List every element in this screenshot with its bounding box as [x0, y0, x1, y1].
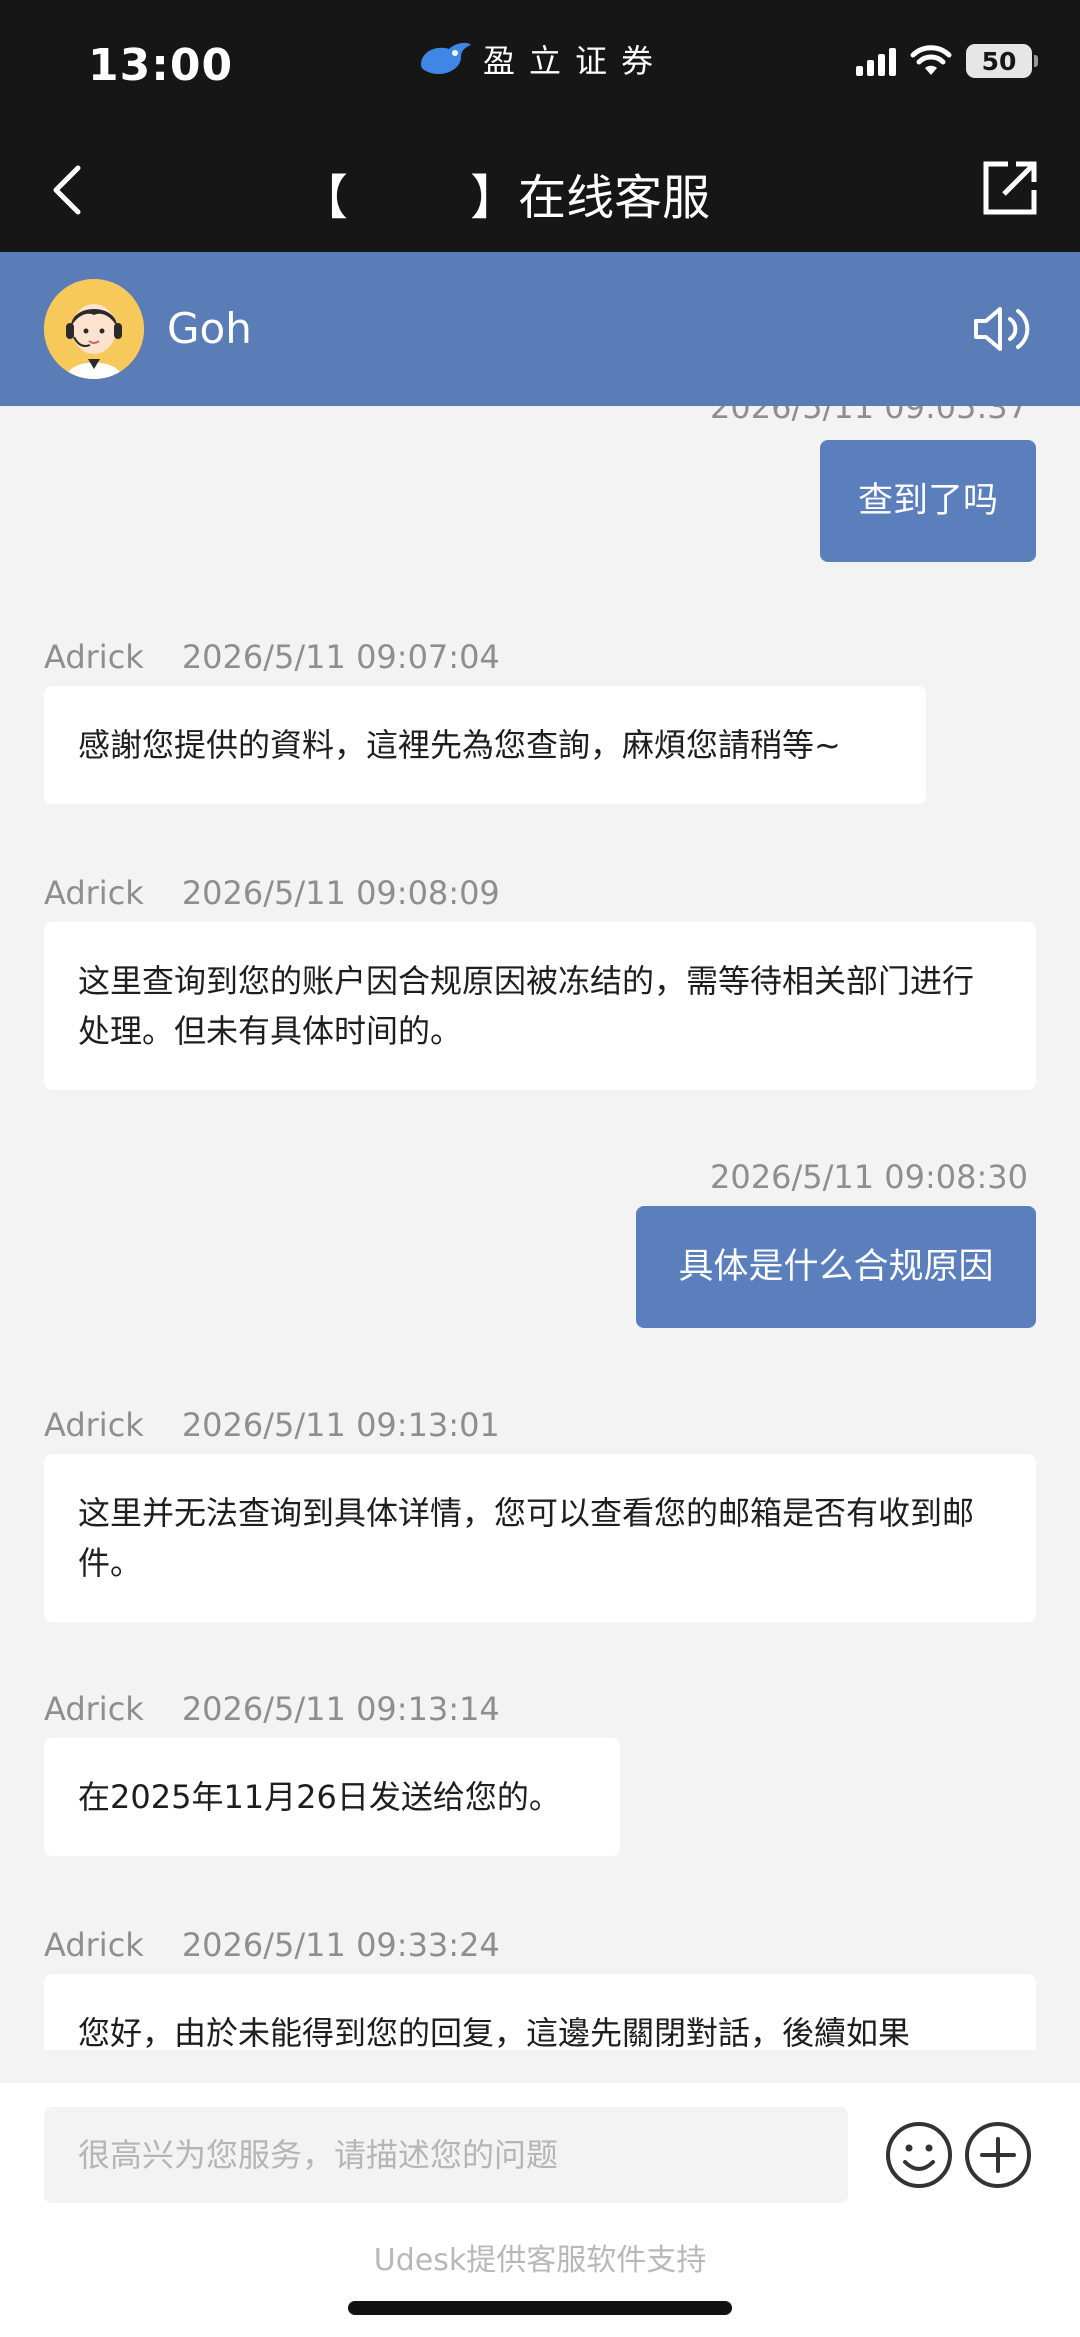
message-input[interactable] [44, 2107, 848, 2203]
message-timestamp: 2026/5/11 09:07:04 [181, 638, 500, 676]
message-meta: Adrick 2026/5/11 09:13:14 [44, 1690, 500, 1728]
incoming-message[interactable]: 这里并无法查询到具体详情，您可以查看您的邮箱是否有收到邮件。 [44, 1454, 1036, 1622]
chat-screen: 13:00 盈立证券 50 【 】在线客服 Goh 2026/5/11 09:0… [0, 0, 1080, 2337]
sender-name: Adrick [44, 638, 144, 676]
wifi-icon [910, 45, 952, 75]
incoming-message[interactable]: 在2025年11月26日发送给您的。 [44, 1738, 620, 1856]
message-meta: Adrick 2026/5/11 09:33:24 [44, 1926, 500, 1964]
sender-name: Adrick [44, 1406, 144, 1444]
carrier-logo-icon [421, 42, 471, 75]
nav-bar: 【 】在线客服 [0, 130, 1080, 252]
agent-name: Goh [167, 304, 252, 353]
external-link-icon[interactable] [978, 158, 1040, 220]
composer: Udesk提供客服软件支持 [0, 2083, 1080, 2337]
agent-avatar [44, 279, 144, 379]
message-timestamp: 2026/5/11 09:05:37 [710, 406, 1028, 426]
incoming-message[interactable]: 您好，由於未能得到您的回复，這邊先關閉對話，後續如果 [44, 1974, 1036, 2050]
status-icons: 50 [856, 44, 1038, 78]
battery-indicator: 50 [966, 44, 1038, 78]
sender-name: Adrick [44, 1926, 144, 1964]
status-bar: 13:00 盈立证券 50 [0, 0, 1080, 130]
outgoing-message[interactable]: 查到了吗 [820, 440, 1036, 562]
status-time: 13:00 [88, 40, 234, 91]
customer-service-agent-icon [44, 279, 144, 379]
incoming-message[interactable]: 感謝您提供的資料，這裡先為您查詢，麻煩您請稍等~ [44, 686, 926, 804]
message-timestamp: 2026/5/11 09:33:24 [181, 1926, 500, 1964]
emoji-icon[interactable] [884, 2120, 954, 2190]
sender-name: Adrick [44, 1690, 144, 1728]
outgoing-message[interactable]: 具体是什么合规原因 [636, 1206, 1036, 1328]
incoming-message[interactable]: 这里查询到您的账户因合规原因被冻结的，需等待相关部门进行处理。但未有具体时间的。 [44, 922, 1036, 1090]
message-meta: Adrick 2026/5/11 09:13:01 [44, 1406, 500, 1444]
sender-name: Adrick [44, 874, 144, 912]
message-meta: Adrick 2026/5/11 09:07:04 [44, 638, 500, 676]
message-timestamp: 2026/5/11 09:08:09 [181, 874, 500, 912]
add-attachment-icon[interactable] [963, 2120, 1033, 2190]
carrier-name: 盈立证券 [483, 42, 668, 80]
message-list[interactable]: 2026/5/11 09:05:37 查到了吗 Adrick 2026/5/11… [0, 406, 1080, 2050]
powered-by-label: Udesk提供客服软件支持 [373, 2243, 707, 2278]
message-timestamp: 2026/5/11 09:08:30 [710, 1158, 1028, 1196]
home-indicator[interactable] [348, 2301, 732, 2315]
message-timestamp: 2026/5/11 09:13:14 [181, 1690, 500, 1728]
cellular-signal-icon [856, 46, 896, 76]
carrier-label: 盈立证券 [415, 36, 667, 82]
back-chevron-icon[interactable] [40, 160, 100, 220]
agent-header: Goh [0, 252, 1080, 406]
message-meta: Adrick 2026/5/11 09:08:09 [44, 874, 500, 912]
message-timestamp: 2026/5/11 09:13:01 [181, 1406, 500, 1444]
page-title: 【 】在线客服 [300, 170, 711, 226]
speaker-icon[interactable] [970, 299, 1036, 359]
